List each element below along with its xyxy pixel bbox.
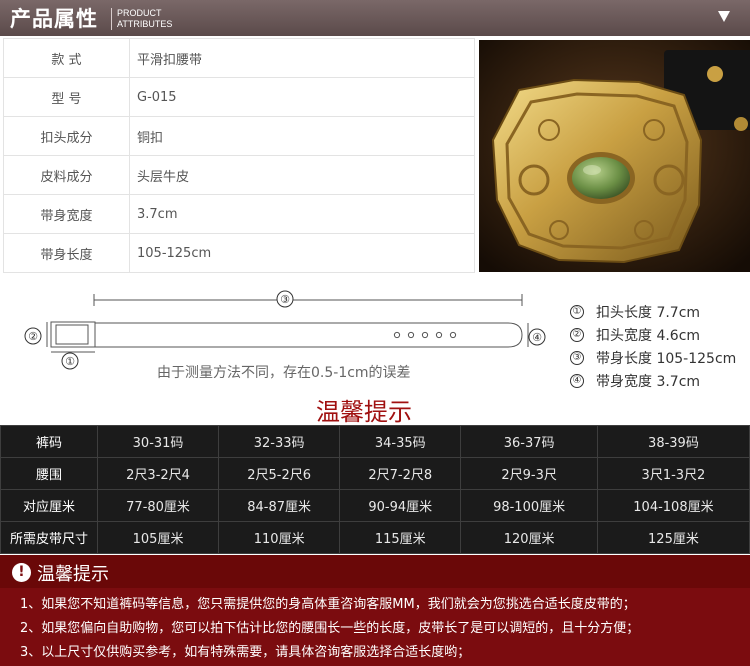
notice-panel: ! 温馨提示 1、如果您不知道裤码等信息，您只需提供您的身高体重咨询客服MM，我… (0, 555, 750, 666)
table-row: 腰围 2尺3-2尺4 2尺5-2尺6 2尺7-2尺8 2尺9-3尺 3尺1-3尺… (0, 457, 750, 490)
table-cell: 105厘米 (96, 521, 220, 554)
table-row: 款 式 平滑扣腰带 (3, 38, 475, 78)
attr-key: 款 式 (3, 38, 130, 78)
header-divider (111, 8, 112, 30)
attr-key: 带身长度 (3, 233, 130, 273)
dimension-number: ① (570, 304, 584, 319)
attr-value: 头层牛皮 (129, 155, 475, 195)
attr-key: 带身宽度 (3, 194, 130, 234)
table-cell: 2尺3-2尺4 (96, 457, 220, 490)
row-header: 所需皮带尺寸 (0, 521, 98, 554)
dimension-number: ④ (570, 373, 584, 388)
marker-3: ③ (280, 293, 290, 306)
dimension-item: ② 扣头宽度 4.6cm (570, 323, 736, 346)
table-cell: 77-80厘米 (96, 489, 220, 522)
dimension-text: 扣头长度 7.7cm (596, 304, 701, 321)
notice-header: ! 温馨提示 (0, 555, 750, 588)
section-title: 产品属性 (10, 7, 98, 31)
table-row: 裤码 30-31码 32-33码 34-35码 36-37码 38-39码 (0, 425, 750, 458)
dimension-item: ① 扣头长度 7.7cm (570, 300, 736, 323)
table-cell: 2尺7-2尺8 (339, 457, 462, 490)
table-cell: 2尺9-3尺 (460, 457, 598, 490)
attributes-table: 款 式 平滑扣腰带 型 号 G-015 扣头成分 铜扣 皮料成分 头层牛皮 带身… (3, 38, 475, 273)
table-cell: 120厘米 (460, 521, 598, 554)
table-cell: 32-33码 (218, 425, 341, 458)
table-cell: 38-39码 (596, 425, 750, 458)
attr-value: 平滑扣腰带 (129, 38, 475, 78)
row-header: 腰围 (0, 457, 98, 490)
table-row: 所需皮带尺寸 105厘米 110厘米 115厘米 120厘米 125厘米 (0, 521, 750, 554)
dimension-item: ③ 带身长度 105-125cm (570, 346, 736, 369)
row-header: 对应厘米 (0, 489, 98, 522)
table-cell: 125厘米 (596, 521, 750, 554)
attr-value: 3.7cm (129, 194, 475, 234)
attr-value: G-015 (129, 77, 475, 117)
table-cell: 84-87厘米 (218, 489, 341, 522)
table-cell: 3尺1-3尺2 (596, 457, 750, 490)
measurement-note: 由于测量方法不同，存在0.5-1cm的误差 (157, 365, 411, 381)
dimension-text: 带身宽度 3.7cm (596, 373, 701, 390)
table-cell: 98-100厘米 (460, 489, 598, 522)
notice-item: 2、如果您偏向自助购物，您可以拍下估计比您的腰围长一些的长度，皮带长了是可以调短… (20, 621, 640, 636)
table-cell: 34-35码 (339, 425, 462, 458)
section-header: 产品属性 PRODUCT ATTRIBUTES (0, 0, 750, 36)
dimension-number: ③ (570, 350, 584, 365)
attr-key: 皮料成分 (3, 155, 130, 195)
dimension-item: ④ 带身宽度 3.7cm (570, 369, 736, 392)
subtitle-line-2: ATTRIBUTES (117, 19, 173, 29)
notice-item: 3、以上尺寸仅供购买参考，如有特殊需要，请具体咨询客服选择合适长度哟； (20, 645, 471, 660)
table-cell: 104-108厘米 (596, 489, 750, 522)
dimension-text: 带身长度 105-125cm (596, 350, 737, 367)
attr-value: 105-125cm (129, 233, 475, 273)
dimension-number: ② (570, 327, 584, 342)
table-cell: 2尺5-2尺6 (218, 457, 341, 490)
table-cell: 36-37码 (460, 425, 598, 458)
row-header: 裤码 (0, 425, 98, 458)
notice-title: 温馨提示 (37, 564, 109, 585)
product-photo (479, 40, 750, 272)
warm-reminder-title: 温馨提示 (316, 398, 412, 426)
subtitle-line-1: PRODUCT (117, 8, 162, 18)
belt-strap (94, 322, 523, 348)
table-cell: 90-94厘米 (339, 489, 462, 522)
attr-key: 扣头成分 (3, 116, 130, 156)
table-row: 对应厘米 77-80厘米 84-87厘米 90-94厘米 98-100厘米 10… (0, 489, 750, 522)
table-cell: 110厘米 (218, 521, 341, 554)
table-row: 型 号 G-015 (3, 77, 475, 117)
dimension-text: 扣头宽度 4.6cm (596, 327, 701, 344)
table-cell: 115厘米 (339, 521, 462, 554)
marker-2: ② (28, 330, 38, 343)
section-subtitle: PRODUCT ATTRIBUTES (117, 8, 172, 30)
attr-value: 铜扣 (129, 116, 475, 156)
marker-4: ④ (532, 331, 542, 344)
caret-down-icon[interactable] (718, 11, 730, 22)
size-table: 裤码 30-31码 32-33码 34-35码 36-37码 38-39码 腰围… (0, 425, 750, 554)
marker-1: ① (65, 355, 75, 368)
notice-item: 1、如果您不知道裤码等信息，您只需提供您的身高体重咨询客服MM，我们就会为您挑选… (20, 597, 636, 612)
table-row: 扣头成分 铜扣 (3, 116, 475, 156)
exclamation-icon: ! (12, 563, 31, 582)
belt-buckle-image (479, 40, 750, 272)
table-row: 皮料成分 头层牛皮 (3, 155, 475, 195)
table-row: 带身宽度 3.7cm (3, 194, 475, 234)
attr-key: 型 号 (3, 77, 130, 117)
dimension-legend: ① 扣头长度 7.7cm ② 扣头宽度 4.6cm ③ 带身长度 105-125cm … (570, 300, 736, 392)
table-cell: 30-31码 (96, 425, 220, 458)
table-row: 带身长度 105-125cm (3, 233, 475, 273)
